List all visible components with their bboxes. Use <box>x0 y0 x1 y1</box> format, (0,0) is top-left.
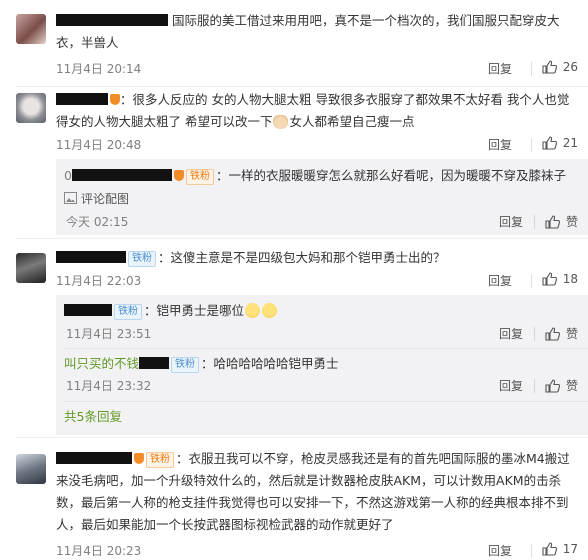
shield-icon <box>134 453 144 464</box>
redacted-username[interactable] <box>71 169 172 181</box>
redacted-username[interactable] <box>64 304 112 316</box>
divider <box>531 274 532 288</box>
avatar[interactable] <box>16 93 46 123</box>
divider <box>64 401 588 402</box>
thumb-up-icon <box>545 215 560 229</box>
comment-text: 这傻主意是不是四级包大妈和那个铠甲勇士出的？ <box>170 250 446 265</box>
divider <box>531 138 532 152</box>
reply-meta: 今天 02:15 回复 赞 <box>64 213 578 231</box>
like-button[interactable]: 17 <box>542 542 578 556</box>
reply-username-prefix[interactable]: 0 <box>64 168 72 183</box>
like-count: 17 <box>562 542 578 556</box>
like-button[interactable]: 26 <box>542 60 578 74</box>
reply-button[interactable]: 回复 <box>499 377 523 394</box>
avatar[interactable] <box>16 253 46 283</box>
timestamp: 11月4日 22:03 <box>56 274 142 288</box>
reply-thread: 0 铁粉 ：一样的衣服暖暖穿怎么就那么好看呢，因为暖暖不穿及膝袜子 评论配图 今天 … <box>56 159 588 235</box>
redacted-username[interactable] <box>56 93 108 105</box>
like-button[interactable]: 赞 <box>545 213 578 230</box>
reply-button[interactable]: 回复 <box>499 325 523 342</box>
divider <box>531 62 532 76</box>
thumb-up-icon <box>542 60 557 74</box>
cat-emoji-icon <box>273 115 289 129</box>
avatar[interactable] <box>16 14 46 44</box>
reply-text: 铠甲勇士是哪位 <box>156 303 245 318</box>
divider <box>16 238 588 239</box>
reply-text: 一样的衣服暖暖穿怎么就那么好看呢，因为暖暖不穿及膝袜子 <box>228 168 566 183</box>
thumb-up-icon <box>542 272 557 286</box>
reply-button[interactable]: 回复 <box>499 213 523 230</box>
fan-badge: 铁粉 <box>114 304 142 320</box>
divider <box>64 348 588 349</box>
comment-text: ：衣服丑我可以不穿，枪皮灵感我还是有的首先吧国际服的墨冰M4搬过来没毛病吧，加一… <box>56 451 570 532</box>
reply-button[interactable]: 回复 <box>488 272 512 289</box>
laugh-emoji-icon <box>245 303 261 318</box>
timestamp: 11月4日 20:23 <box>56 544 142 558</box>
thumb-up-icon <box>545 327 560 341</box>
divider <box>16 86 588 87</box>
comment-body: 国际服的美工借过来用用吧，真不是一个档次的，我们国服只配穿皮大衣，半兽人 <box>56 10 578 54</box>
reply-item: 铁粉 ：铠甲勇士是哪位 <box>64 300 578 322</box>
redacted-username[interactable] <box>56 452 132 464</box>
reply-button[interactable]: 回复 <box>488 136 512 153</box>
timestamp: 11月4日 23:32 <box>66 379 152 393</box>
like-button[interactable]: 赞 <box>545 325 578 342</box>
divider <box>534 327 535 341</box>
comment-meta: 11月4日 20:14 回复 26 <box>56 60 578 78</box>
timestamp: 今天 02:15 <box>66 215 129 229</box>
timestamp: 11月4日 20:48 <box>56 138 142 152</box>
reply-thread: 铁粉 ：铠甲勇士是哪位 11月4日 23:51 回复 赞 叫只买的不钱 铁粉 ：哈哈哈… <box>56 295 588 435</box>
thumb-up-icon <box>542 136 557 150</box>
timestamp: 11月4日 20:14 <box>56 62 142 76</box>
divider <box>531 544 532 558</box>
like-button[interactable]: 18 <box>542 272 578 286</box>
like-count: 21 <box>562 136 578 150</box>
like-label: 赞 <box>565 379 578 393</box>
redacted-username[interactable] <box>56 14 168 26</box>
redacted-username[interactable] <box>139 357 170 369</box>
image-link-label: 评论配图 <box>81 192 130 206</box>
comment-text-tail: 女人都希望自己瘦一点 <box>289 114 415 129</box>
reply-meta: 11月4日 23:32 回复 赞 <box>64 377 578 395</box>
reply-item: 0 铁粉 ：一样的衣服暖暖穿怎么就那么好看呢，因为暖暖不穿及膝袜子 <box>64 168 566 185</box>
reply-button[interactable]: 回复 <box>488 60 512 77</box>
thumb-up-icon <box>542 542 557 556</box>
laugh-emoji-icon <box>262 303 278 318</box>
like-label: 赞 <box>565 327 578 341</box>
like-label: 赞 <box>565 215 578 229</box>
comment-body: 铁粉 ：这傻主意是不是四级包大妈和那个铠甲勇士出的？ <box>56 247 578 269</box>
fan-badge: 铁粉 <box>146 452 174 468</box>
like-button[interactable]: 21 <box>542 136 578 150</box>
fan-badge: 铁粉 <box>171 357 200 373</box>
like-count: 18 <box>562 272 578 286</box>
comment-meta: 11月4日 20:48 回复 21 <box>56 136 578 154</box>
comment-body: ：很多人反应的 女的人物大腿太粗 导致很多衣服穿了都效果不太好看 我个人也觉得女… <box>56 89 578 133</box>
more-replies-link[interactable]: 共5条回复 <box>64 407 578 427</box>
divider <box>534 379 535 393</box>
comment-meta: 11月4日 20:23 回复 17 <box>56 542 578 560</box>
shield-icon <box>110 94 120 105</box>
image-link[interactable]: 评论配图 <box>64 189 578 209</box>
reply-text: 哈哈哈哈哈哈铠甲勇士 <box>213 356 339 371</box>
shield-icon <box>173 170 184 181</box>
reply-username[interactable]: 叫只买的不钱 <box>64 356 139 371</box>
reply-item: 叫只买的不钱 铁粉 ：哈哈哈哈哈哈铠甲勇士 <box>64 356 339 373</box>
divider <box>16 437 588 438</box>
comment-body: 铁粉 ：衣服丑我可以不穿，枪皮灵感我还是有的首先吧国际服的墨冰M4搬过来没毛病吧，… <box>56 448 578 536</box>
fan-badge: 铁粉 <box>128 251 156 267</box>
thumb-up-icon <box>545 379 560 393</box>
reply-meta: 11月4日 23:51 回复 赞 <box>64 325 578 343</box>
comment-meta: 11月4日 22:03 回复 18 <box>56 272 578 290</box>
reply-button[interactable]: 回复 <box>488 542 512 559</box>
redacted-username[interactable] <box>56 251 126 263</box>
image-icon <box>64 192 77 204</box>
divider <box>534 215 535 229</box>
like-button[interactable]: 赞 <box>545 377 578 394</box>
avatar[interactable] <box>16 454 46 484</box>
comment-feed: 国际服的美工借过来用用吧，真不是一个档次的，我们国服只配穿皮大衣，半兽人 11月… <box>0 0 588 558</box>
timestamp: 11月4日 23:51 <box>66 327 152 341</box>
fan-badge: 铁粉 <box>185 169 214 185</box>
like-count: 26 <box>562 60 578 74</box>
